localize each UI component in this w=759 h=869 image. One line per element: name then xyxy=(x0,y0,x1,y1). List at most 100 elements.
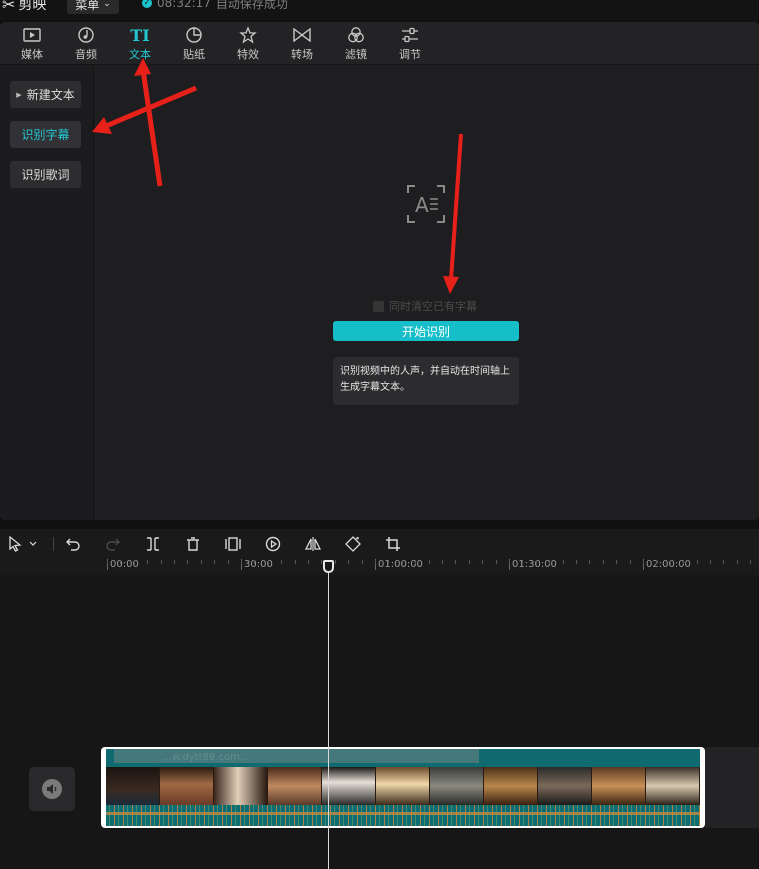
divider xyxy=(53,537,54,551)
timeline-ruler[interactable]: 00:00 30:00 01:00:00 01:30:00 02:00:00 xyxy=(0,559,759,575)
crop-icon[interactable] xyxy=(384,535,402,553)
ruler-tick xyxy=(589,560,591,564)
thumbnail xyxy=(106,767,160,805)
sidebar-item-label: 识别歌词 xyxy=(21,168,70,182)
caret-right-icon: ▶ xyxy=(16,90,22,99)
tab-transition[interactable]: 转场 xyxy=(282,25,322,63)
ruler-tick xyxy=(723,560,725,564)
ruler-tick xyxy=(401,560,403,564)
clear-existing-subtitles-option[interactable]: 同时清空已有字幕 xyxy=(373,298,477,314)
text-sidebar: ▶ 新建文本 识别字幕 识别歌词 xyxy=(0,66,94,520)
tab-text[interactable]: TI 文本 xyxy=(120,25,160,63)
tab-label: 滤镜 xyxy=(345,48,367,61)
rotate-icon[interactable] xyxy=(344,535,362,553)
delete-icon[interactable] xyxy=(184,535,202,553)
tab-adjust[interactable]: 调节 xyxy=(390,25,430,63)
ruler-tick xyxy=(147,560,149,564)
chevron-down-icon: ⌄ xyxy=(103,0,111,9)
save-time: 08:32:17 xyxy=(157,0,211,10)
mute-track-button[interactable] xyxy=(29,767,75,811)
ruler-tick xyxy=(348,560,350,564)
asset-panel: 媒体 音频 TI 文本 贴纸 特效 转场 滤镜 调节 ▶ 新建文本 识别字幕 识… xyxy=(0,22,759,520)
menu-label: 菜单 xyxy=(75,0,100,12)
sticker-icon xyxy=(184,25,204,45)
ruler-tick xyxy=(522,560,524,564)
ruler-tick xyxy=(375,560,376,564)
ruler-tick xyxy=(509,560,510,564)
tab-label: 文本 xyxy=(129,48,151,61)
ruler-tick xyxy=(482,560,484,564)
recognition-tip: 识别视频中的人声，并自动在时间轴上生成字幕文本。 xyxy=(333,357,519,405)
auto-caption-icon: A xyxy=(406,184,446,224)
ruler-tick xyxy=(656,560,658,564)
select-pointer-icon[interactable] xyxy=(6,535,24,553)
tab-effects[interactable]: 特效 xyxy=(228,25,268,63)
tab-audio[interactable]: 音频 xyxy=(66,25,106,63)
tab-sticker[interactable]: 贴纸 xyxy=(174,25,214,63)
play-circle-icon[interactable] xyxy=(264,535,282,553)
playhead-handle[interactable] xyxy=(323,560,334,573)
tab-label: 转场 xyxy=(291,48,313,61)
ruler-tick xyxy=(334,560,336,564)
start-recognition-button[interactable]: 开始识别 xyxy=(333,321,519,341)
ruler-tick xyxy=(710,560,711,564)
ruler-tick xyxy=(294,560,296,564)
ruler-tick xyxy=(576,560,577,564)
audio-waveform-line xyxy=(106,812,700,815)
thumbnail xyxy=(214,767,268,805)
ruler-tick xyxy=(187,560,189,564)
ruler-tick xyxy=(669,560,671,564)
speaker-icon xyxy=(42,779,62,799)
ruler-tick xyxy=(736,560,738,564)
check-circle-icon: ✓ xyxy=(142,0,152,8)
thumbnail xyxy=(592,767,646,805)
ruler-tick xyxy=(133,560,135,564)
mirror-icon[interactable] xyxy=(304,535,322,553)
ruler-tick xyxy=(683,560,685,564)
thumbnail xyxy=(646,767,700,805)
freeze-frame-icon[interactable] xyxy=(224,535,242,553)
sidebar-item-recognize-lyrics[interactable]: 识别歌词 xyxy=(10,161,81,188)
redo-icon[interactable] xyxy=(104,535,122,553)
playhead-line[interactable] xyxy=(328,562,329,869)
tab-filter[interactable]: 滤镜 xyxy=(336,25,376,63)
app-logo: ✂ 剪映 xyxy=(2,0,46,14)
ruler-tick xyxy=(562,560,564,564)
ruler-tick xyxy=(549,560,551,564)
text-icon: TI xyxy=(130,25,150,45)
ruler-tick xyxy=(535,560,537,564)
checkbox[interactable] xyxy=(373,300,384,312)
track-empty-region xyxy=(705,747,759,828)
sidebar-item-new-text[interactable]: ▶ 新建文本 xyxy=(10,81,81,108)
audio-icon xyxy=(76,25,96,45)
tab-label: 特效 xyxy=(237,48,259,61)
ruler-tick xyxy=(267,560,269,564)
tab-label: 调节 xyxy=(399,48,421,61)
thumbnail xyxy=(376,767,430,805)
adjust-icon xyxy=(400,25,420,45)
ruler-tick xyxy=(214,560,216,564)
ruler-tick xyxy=(616,560,618,564)
ruler-tick xyxy=(643,560,644,564)
ruler-tick xyxy=(160,560,162,564)
ruler-tick xyxy=(254,560,256,564)
video-clip[interactable]: …w.dytt89.com… xyxy=(101,747,705,828)
menu-button[interactable]: 菜单 ⌄ xyxy=(67,0,119,14)
sidebar-item-recognize-subtitles[interactable]: 识别字幕 xyxy=(10,121,81,148)
recognize-subtitles-pane: A 同时清空已有字幕 开始识别 识别视频中的人声，并自动在时间轴上生成字幕文本。 xyxy=(95,66,759,520)
ruler-tick xyxy=(455,560,457,564)
thumbnail xyxy=(268,767,322,805)
ruler-tick xyxy=(241,560,242,564)
thumbnail xyxy=(484,767,538,805)
tab-label: 贴纸 xyxy=(183,48,205,61)
tab-media[interactable]: 媒体 xyxy=(12,25,52,63)
ruler-tick xyxy=(442,560,443,564)
chevron-down-icon[interactable] xyxy=(27,535,39,553)
split-icon[interactable] xyxy=(144,535,162,553)
sidebar-item-label: 识别字幕 xyxy=(21,128,70,142)
ruler-tick xyxy=(107,560,108,564)
capcut-logo-icon: ✂ xyxy=(2,0,16,14)
ruler-tick xyxy=(281,560,283,564)
title-bar: ✂ 剪映 菜单 ⌄ ✓ 08:32:17 自动保存成功 xyxy=(0,0,759,20)
undo-icon[interactable] xyxy=(64,535,82,553)
